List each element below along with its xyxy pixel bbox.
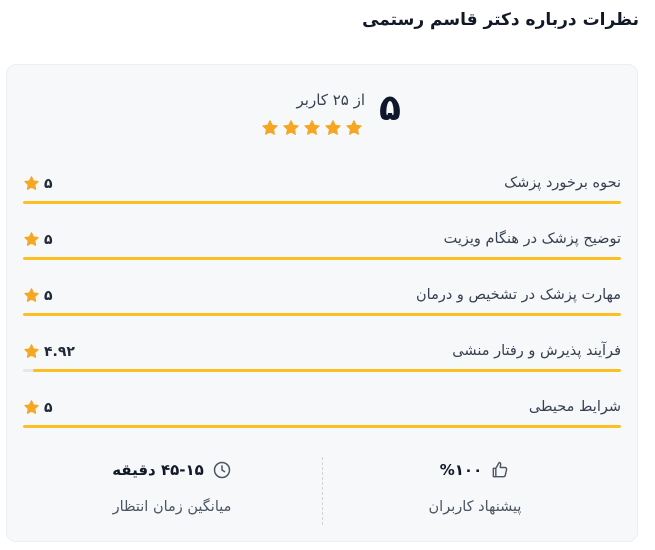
star-icon [261,119,279,137]
rating-value: ۵ [44,287,53,304]
rating-score: ۵ [23,231,53,248]
rating-value: ۵ [44,399,53,416]
rating-bar [23,201,621,204]
rating-row: نحوه برخورد پزشک ۵ [23,157,621,213]
rating-label: شرایط محیطی [528,399,621,415]
recommend-label: پیشنهاد کاربران [428,499,522,515]
rating-label: نحوه برخورد پزشک [504,175,621,191]
wait-time-stat: ۴۵-۱۵ دقیقه میانگین زمان انتظار [22,457,322,515]
rating-value: ۵ [44,231,53,248]
star-icon [23,343,40,360]
rating-bar [23,257,621,260]
rating-score: ۴.۹۲ [23,343,75,360]
summary-stars [261,119,363,137]
stats-divider [322,457,323,525]
rating-label: مهارت پزشک در تشخیص و درمان [416,287,621,303]
recommend-value: %۱۰۰ [439,461,483,479]
star-icon [23,231,40,248]
rating-label: فرآیند پذیرش و رفتار منشی [452,343,621,359]
rating-bar-fill [23,257,621,260]
star-icon [324,119,342,137]
rating-bar-fill [23,201,621,204]
page-title: نظرات درباره دکتر قاسم رستمی [362,10,639,30]
rating-value: ۵ [44,175,53,192]
rating-score: ۵ [23,399,53,416]
wait-time-label: میانگین زمان انتظار [112,499,232,515]
rating-row: مهارت پزشک در تشخیص و درمان ۵ [23,269,621,325]
rating-score: ۵ [23,287,53,304]
review-count: از ۲۵ کاربر [296,91,366,109]
thumbs-up-icon [490,460,510,480]
clock-icon [212,460,232,480]
rating-bar [23,369,621,372]
stats-section: ۴۵-۱۵ دقیقه میانگین زمان انتظار %۱۰۰ پیش… [7,457,637,527]
overall-score: ۵ [379,88,401,129]
rating-row: فرآیند پذیرش و رفتار منشی ۴.۹۲ [23,325,621,381]
wait-time-value: ۴۵-۱۵ دقیقه [112,461,204,479]
star-icon [282,119,300,137]
star-icon [345,119,363,137]
star-icon [23,287,40,304]
rating-value: ۴.۹۲ [44,343,75,360]
star-icon [23,175,40,192]
rating-bar [23,313,621,316]
rating-score: ۵ [23,175,53,192]
recommend-stat: %۱۰۰ پیشنهاد کاربران [325,457,625,515]
reviews-card: ۵ از ۲۵ کاربر نحوه برخورد پزشک ۵ توضیح پزش… [6,64,638,542]
star-icon [303,119,321,137]
rating-label: توضیح پزشک در هنگام ویزیت [443,231,621,247]
rating-list: نحوه برخورد پزشک ۵ توضیح پزشک در هنگام ویز… [23,157,621,437]
star-icon [23,399,40,416]
rating-bar-fill [23,425,621,428]
rating-bar-fill [23,313,621,316]
rating-summary: ۵ از ۲۵ کاربر [7,87,637,147]
rating-row: شرایط محیطی ۵ [23,381,621,437]
rating-bar-fill [32,369,621,372]
rating-row: توضیح پزشک در هنگام ویزیت ۵ [23,213,621,269]
rating-bar [23,425,621,428]
